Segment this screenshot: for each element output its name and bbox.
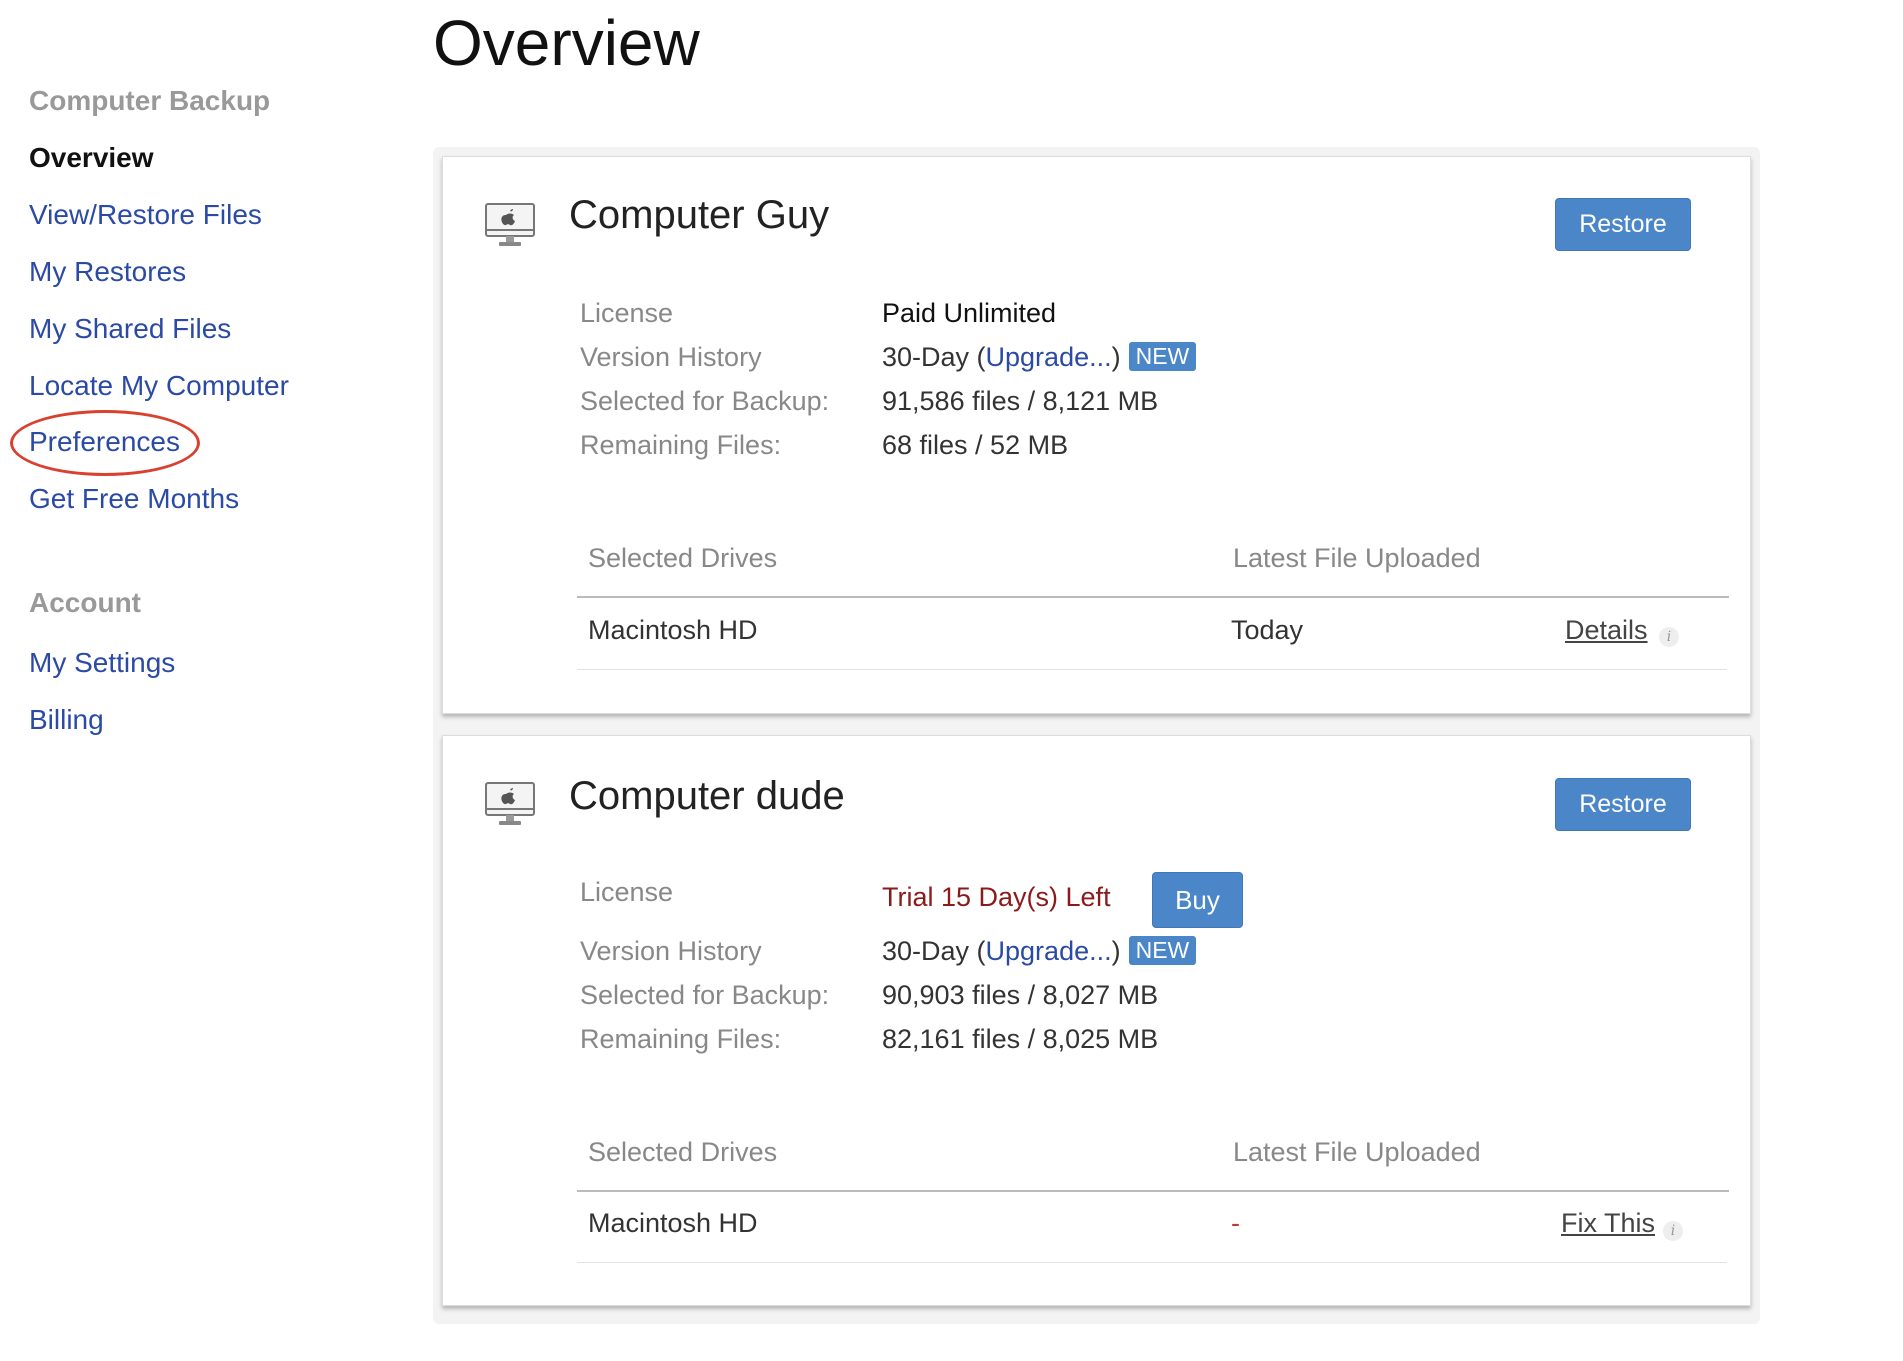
selected-drives-header: Selected Drives xyxy=(588,1137,778,1167)
license-value: Trial 15 Day(s) Left xyxy=(882,882,1111,912)
sidebar-item-preferences[interactable]: Preferences xyxy=(29,426,180,458)
table-row-divider xyxy=(577,669,1727,670)
computer-card: Computer dude Restore License Trial 15 D… xyxy=(442,735,1751,1306)
version-prefix: 30-Day ( xyxy=(882,936,986,966)
imac-computer-icon xyxy=(485,203,535,246)
new-badge: NEW xyxy=(1128,342,1197,371)
sidebar-heading-account: Account xyxy=(29,587,141,618)
version-suffix: ) xyxy=(1111,342,1121,372)
remaining-files-label: Remaining Files: xyxy=(580,430,782,460)
sidebar-item-overview[interactable]: Overview xyxy=(29,142,154,174)
sidebar-item-get-free-months[interactable]: Get Free Months xyxy=(29,483,239,515)
sidebar-item-billing[interactable]: Billing xyxy=(29,704,104,736)
imac-computer-icon xyxy=(485,782,535,825)
remaining-files-value: 68 files / 52 MB xyxy=(882,430,1069,460)
license-value: Paid Unlimited xyxy=(882,298,1057,328)
table-row-divider xyxy=(577,1262,1727,1263)
sidebar-item-my-shared-files[interactable]: My Shared Files xyxy=(29,313,231,345)
sidebar-item-locate-my-computer[interactable]: Locate My Computer xyxy=(29,370,289,402)
computer-name: Computer dude xyxy=(569,774,845,818)
table-header-divider xyxy=(577,596,1729,598)
version-prefix: 30-Day ( xyxy=(882,342,986,372)
buy-button[interactable]: Buy xyxy=(1152,872,1243,928)
restore-button[interactable]: Restore xyxy=(1555,778,1691,831)
latest-file-uploaded-header: Latest File Uploaded xyxy=(1233,543,1481,573)
upgrade-link[interactable]: Upgrade... xyxy=(986,342,1112,372)
selected-for-backup-label: Selected for Backup: xyxy=(580,386,830,416)
version-suffix: ) xyxy=(1111,936,1121,966)
fix-this-link[interactable]: Fix This xyxy=(1561,1208,1655,1239)
upgrade-link[interactable]: Upgrade... xyxy=(986,936,1112,966)
details-link[interactable]: Details xyxy=(1565,615,1648,646)
selected-for-backup-value: 90,903 files / 8,027 MB xyxy=(882,980,1159,1010)
drive-name: Macintosh HD xyxy=(588,1208,758,1238)
latest-upload-value: - xyxy=(1231,1208,1240,1238)
remaining-files-value: 82,161 files / 8,025 MB xyxy=(882,1024,1159,1054)
drive-name: Macintosh HD xyxy=(588,615,758,645)
selected-drives-header: Selected Drives xyxy=(588,543,778,573)
info-icon[interactable]: i xyxy=(1659,627,1679,647)
new-badge: NEW xyxy=(1128,936,1197,965)
version-history-value: 30-Day (Upgrade...) NEW xyxy=(882,342,1197,373)
latest-upload-value: Today xyxy=(1231,615,1304,645)
version-history-label: Version History xyxy=(580,936,762,966)
restore-button[interactable]: Restore xyxy=(1555,198,1691,251)
selected-for-backup-label: Selected for Backup: xyxy=(580,980,830,1010)
version-history-label: Version History xyxy=(580,342,762,372)
license-label: License xyxy=(580,877,674,907)
version-history-value: 30-Day (Upgrade...) NEW xyxy=(882,936,1197,967)
sidebar-heading-computer-backup: Computer Backup xyxy=(29,85,271,116)
table-header-divider xyxy=(577,1190,1729,1192)
sidebar-item-my-restores[interactable]: My Restores xyxy=(29,256,186,288)
computer-card: Computer Guy Restore License Paid Unlimi… xyxy=(442,156,1751,714)
selected-for-backup-value: 91,586 files / 8,121 MB xyxy=(882,386,1159,416)
page-title: Overview xyxy=(433,7,700,79)
computer-name: Computer Guy xyxy=(569,193,830,237)
info-icon[interactable]: i xyxy=(1663,1221,1683,1241)
remaining-files-label: Remaining Files: xyxy=(580,1024,782,1054)
latest-file-uploaded-header: Latest File Uploaded xyxy=(1233,1137,1481,1167)
sidebar-item-my-settings[interactable]: My Settings xyxy=(29,647,175,679)
sidebar-item-view-restore-files[interactable]: View/Restore Files xyxy=(29,199,262,231)
license-label: License xyxy=(580,298,674,328)
